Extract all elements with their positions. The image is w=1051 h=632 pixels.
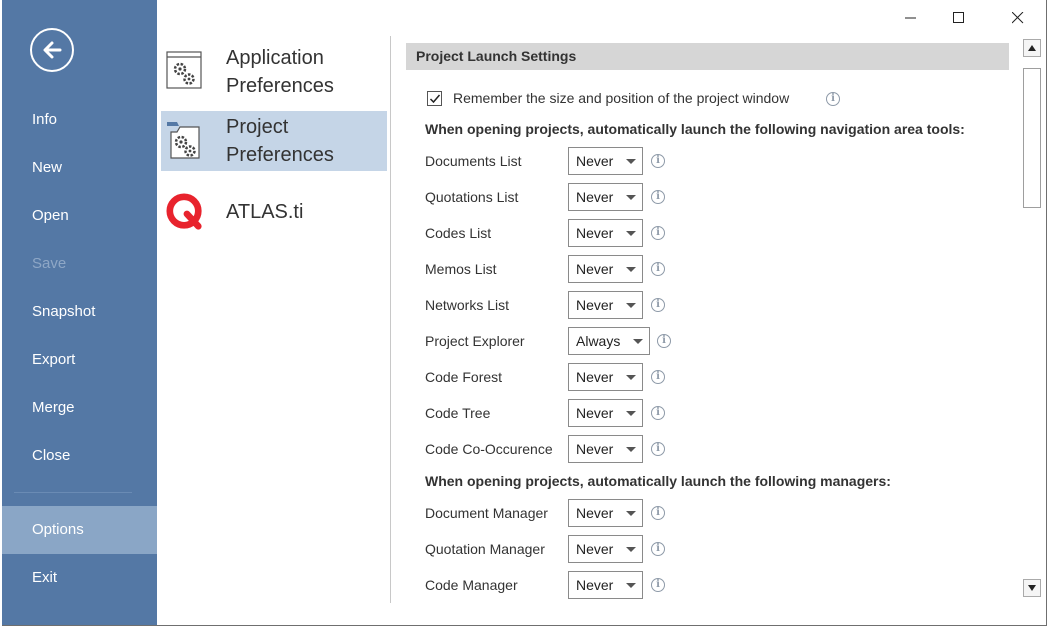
info-icon[interactable]: i [651, 190, 665, 204]
row-label-code-manager: Code Manager [425, 577, 518, 593]
window-border [1046, 0, 1047, 626]
code-manager-select[interactable]: Never [568, 571, 643, 599]
minimize-icon [905, 17, 916, 19]
info-icon[interactable]: i [651, 506, 665, 520]
info-icon[interactable]: i [651, 406, 665, 420]
nav-divider [14, 492, 132, 493]
row-label-quotation-manager: Quotation Manager [425, 541, 545, 557]
code-forest-select[interactable]: Never [568, 363, 643, 391]
chevron-down-icon [626, 267, 636, 272]
row-label-document-manager: Document Manager [425, 505, 548, 521]
maximize-icon [953, 12, 964, 23]
minimize-button[interactable] [887, 2, 933, 32]
networks-list-select[interactable]: Never [568, 291, 643, 319]
chevron-down-icon [633, 339, 643, 344]
close-icon [1012, 12, 1024, 24]
info-icon[interactable]: i [651, 298, 665, 312]
category-project-preferences[interactable]: Project Preferences [161, 111, 387, 171]
info-icon[interactable]: i [651, 154, 665, 168]
chevron-down-icon [626, 303, 636, 308]
project-gears-icon [167, 122, 200, 159]
info-icon[interactable]: i [651, 370, 665, 384]
info-icon[interactable]: i [651, 226, 665, 240]
row-label-code-forest: Code Forest [425, 369, 503, 385]
row-label-code-tree: Code Tree [425, 405, 491, 421]
nav-info[interactable]: Info [2, 100, 157, 140]
chevron-down-icon [626, 583, 636, 588]
chevron-down-icon [626, 195, 636, 200]
nav-merge[interactable]: Merge [2, 388, 157, 428]
chevron-down-icon [626, 511, 636, 516]
nav-close[interactable]: Close [2, 436, 157, 476]
memos-list-select[interactable]: Never [568, 255, 643, 283]
row-label-documents-list: Documents List [425, 153, 522, 169]
window-border [2, 625, 1047, 626]
code-tree-select[interactable]: Never [568, 399, 643, 427]
chevron-down-icon [626, 547, 636, 552]
info-icon[interactable]: i [651, 262, 665, 276]
nav-tools-heading: When opening projects, automatically lau… [425, 121, 965, 137]
chevron-down-icon [626, 411, 636, 416]
info-icon[interactable]: i [651, 542, 665, 556]
gears-icon [166, 51, 202, 89]
scrollbar-thumb[interactable] [1023, 68, 1041, 208]
triangle-up-icon [1028, 45, 1036, 51]
row-label-quotations-list: Quotations List [425, 189, 519, 205]
chevron-down-icon [626, 159, 636, 164]
row-label-codes-list: Codes List [425, 225, 492, 241]
chevron-down-icon [626, 375, 636, 380]
info-icon[interactable]: i [651, 578, 665, 592]
category-atlas-ti[interactable]: ATLAS.ti [161, 182, 387, 242]
nav-save: Save [32, 255, 67, 272]
category-application-preferences[interactable]: Application Preferences [161, 42, 387, 102]
nav-exit[interactable]: Exit [2, 558, 157, 598]
managers-heading: When opening projects, automatically lau… [425, 473, 891, 489]
row-label-code-co-occurence: Code Co-Occurence [425, 441, 553, 457]
code-co-occurence-select[interactable]: Never [568, 435, 643, 463]
codes-list-select[interactable]: Never [568, 219, 643, 247]
chevron-down-icon [626, 447, 636, 452]
chevron-down-icon [626, 231, 636, 236]
back-button[interactable] [30, 28, 74, 72]
remember-window-label: Remember the size and position of the pr… [453, 90, 790, 106]
arrow-left-icon [43, 41, 62, 59]
info-icon[interactable]: i [657, 334, 671, 348]
backstage-sidebar: Info New Open Save Snapshot Export Merge… [2, 0, 157, 625]
nav-export[interactable]: Export [2, 340, 157, 380]
quotations-list-select[interactable]: Never [568, 183, 643, 211]
quotation-manager-select[interactable]: Never [568, 535, 643, 563]
nav-snapshot[interactable]: Snapshot [2, 292, 157, 332]
close-window-button[interactable] [994, 2, 1040, 32]
info-icon[interactable]: i [826, 92, 840, 106]
row-label-project-explorer: Project Explorer [425, 333, 525, 349]
scroll-down-button[interactable] [1023, 579, 1041, 597]
atlas-ti-logo [166, 193, 202, 230]
scroll-up-button[interactable] [1023, 39, 1041, 57]
remember-window-checkbox[interactable] [427, 91, 442, 106]
row-label-memos-list: Memos List [425, 261, 497, 277]
nav-open[interactable]: Open [2, 196, 157, 236]
checkmark-icon [429, 94, 441, 104]
category-label: Project Preferences [226, 116, 334, 166]
category-label: Application Preferences [226, 47, 334, 97]
nav-new[interactable]: New [2, 148, 157, 188]
triangle-down-icon [1028, 585, 1036, 591]
category-label: ATLAS.ti [226, 201, 304, 223]
project-explorer-select[interactable]: Always [568, 327, 650, 355]
info-icon[interactable]: i [651, 442, 665, 456]
row-label-networks-list: Networks List [425, 297, 510, 313]
nav-options[interactable]: Options [2, 506, 157, 554]
section-header: Project Launch Settings [406, 43, 1009, 70]
pane-divider [390, 36, 391, 603]
document-manager-select[interactable]: Never [568, 499, 643, 527]
documents-list-select[interactable]: Never [568, 147, 643, 175]
maximize-button[interactable] [935, 2, 981, 32]
